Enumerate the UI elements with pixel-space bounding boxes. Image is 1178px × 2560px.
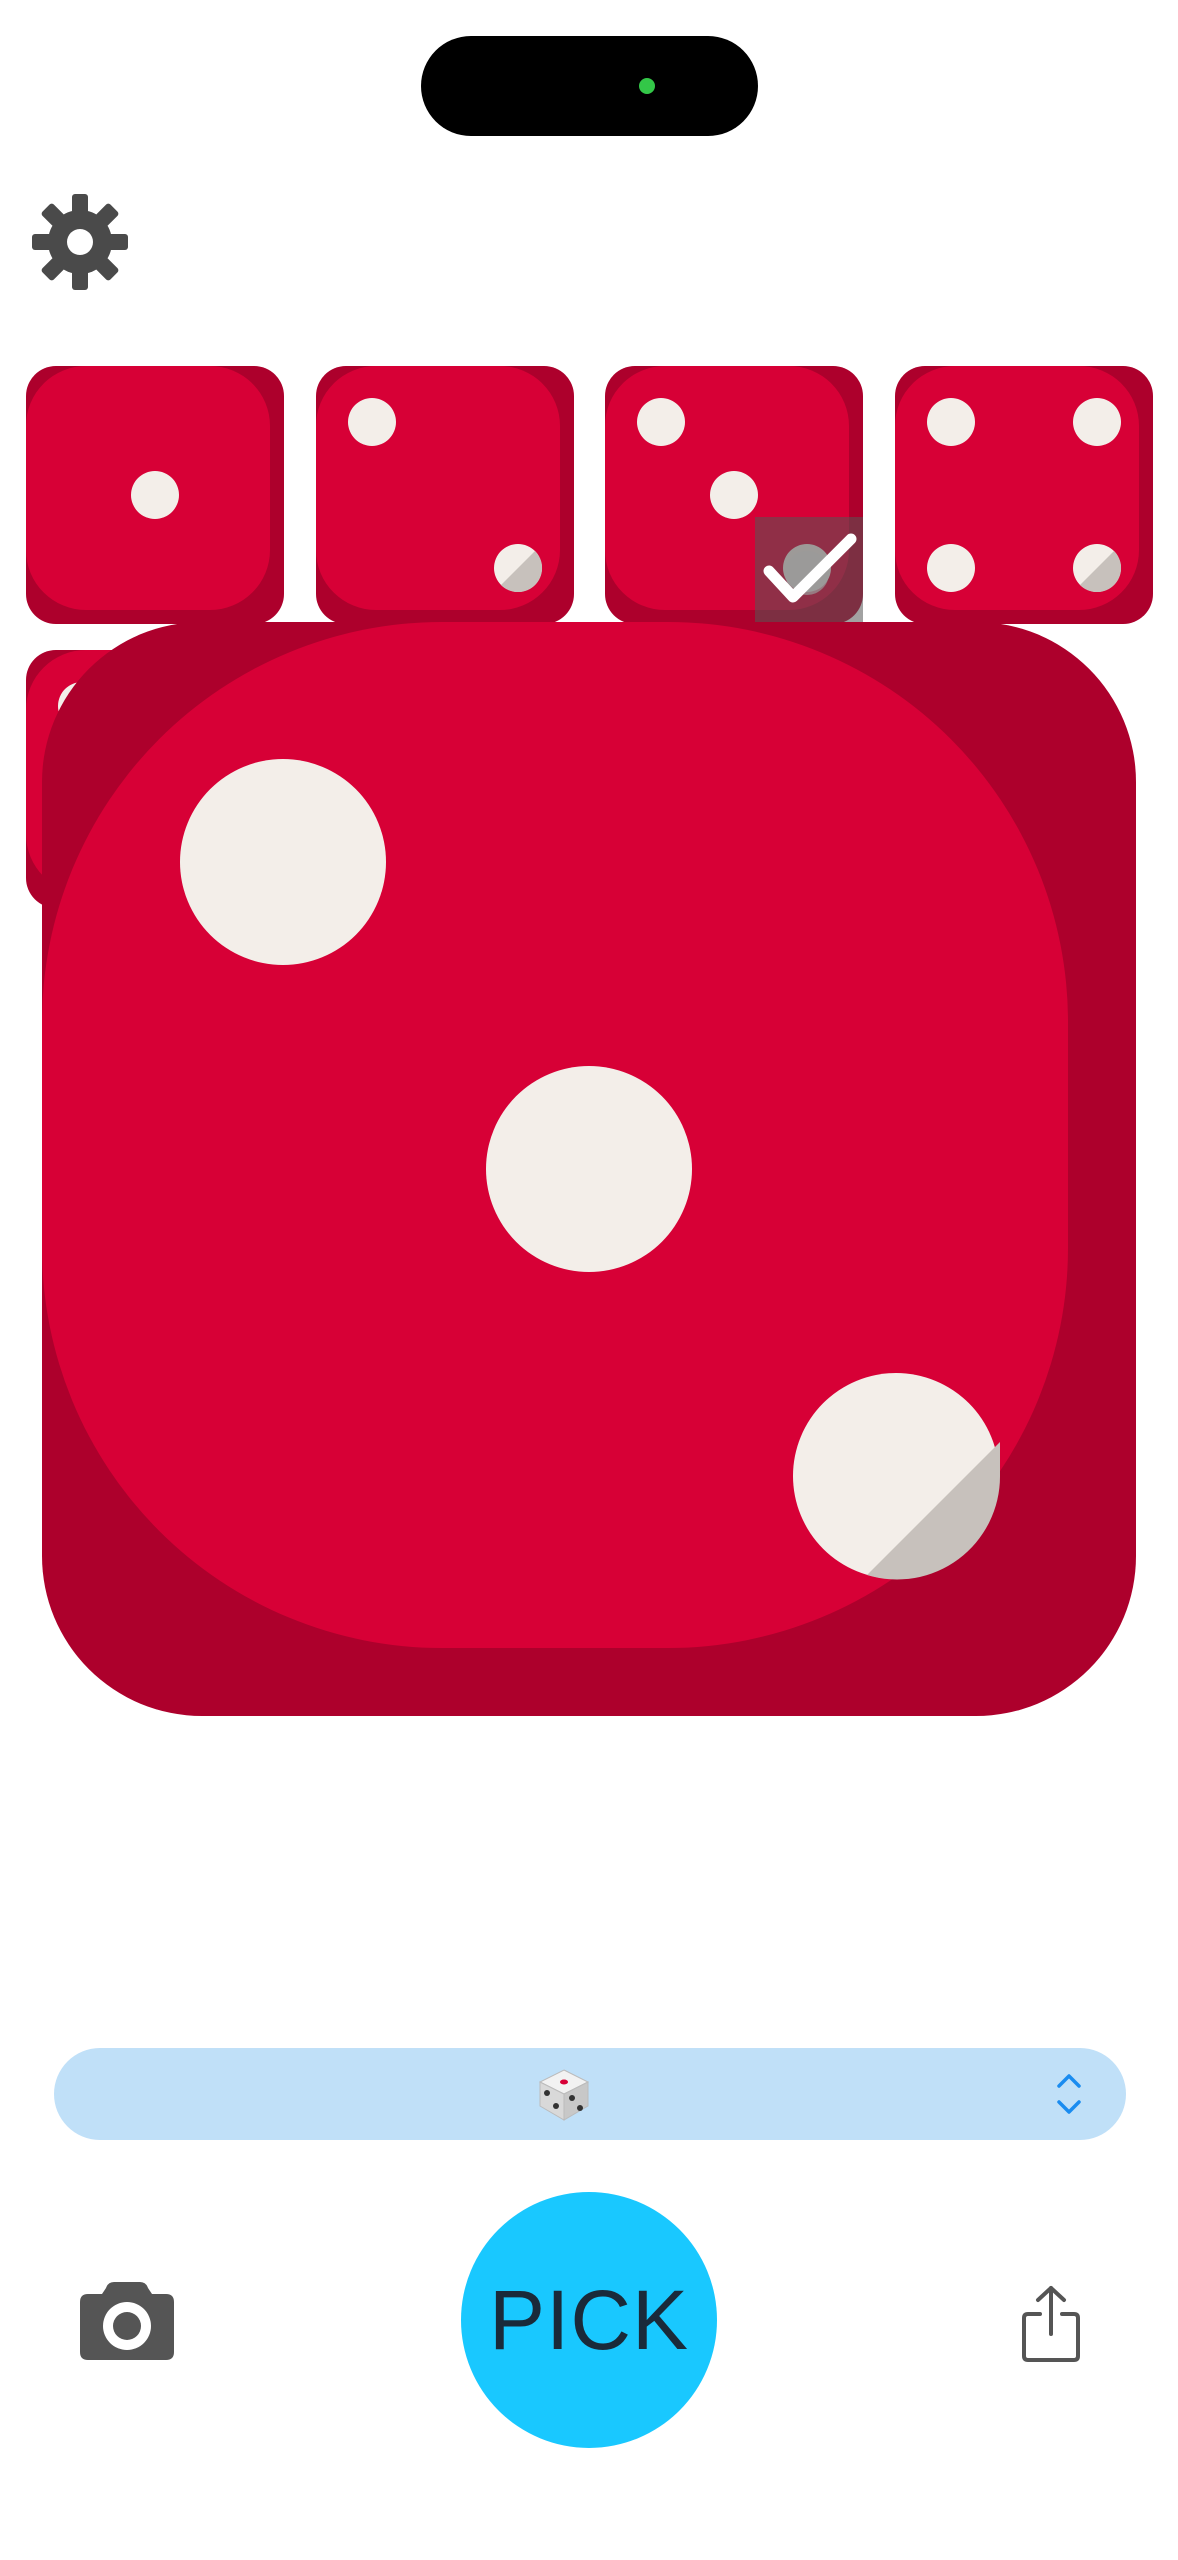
dynamic-island <box>421 36 758 136</box>
camera-indicator-dot <box>639 78 655 94</box>
selected-checkmark-overlay <box>755 517 863 623</box>
main-die[interactable] <box>42 622 1136 1716</box>
dice-strip-item-1[interactable] <box>26 366 284 624</box>
share-icon <box>1022 2286 1080 2362</box>
chevron-up-down-icon <box>1054 2068 1084 2120</box>
settings-button[interactable] <box>30 192 130 292</box>
camera-button[interactable] <box>80 2280 174 2360</box>
camera-icon <box>80 2282 174 2360</box>
checkmark-icon <box>763 533 857 603</box>
dice-strip-item-4[interactable] <box>895 366 1153 624</box>
dice-type-selector[interactable] <box>54 2048 1126 2140</box>
pick-button[interactable]: PICK <box>461 2192 717 2448</box>
die-icon <box>536 2066 592 2122</box>
gear-icon <box>32 194 128 290</box>
share-button[interactable] <box>1018 2284 1084 2364</box>
dice-strip-item-2[interactable] <box>316 366 574 624</box>
